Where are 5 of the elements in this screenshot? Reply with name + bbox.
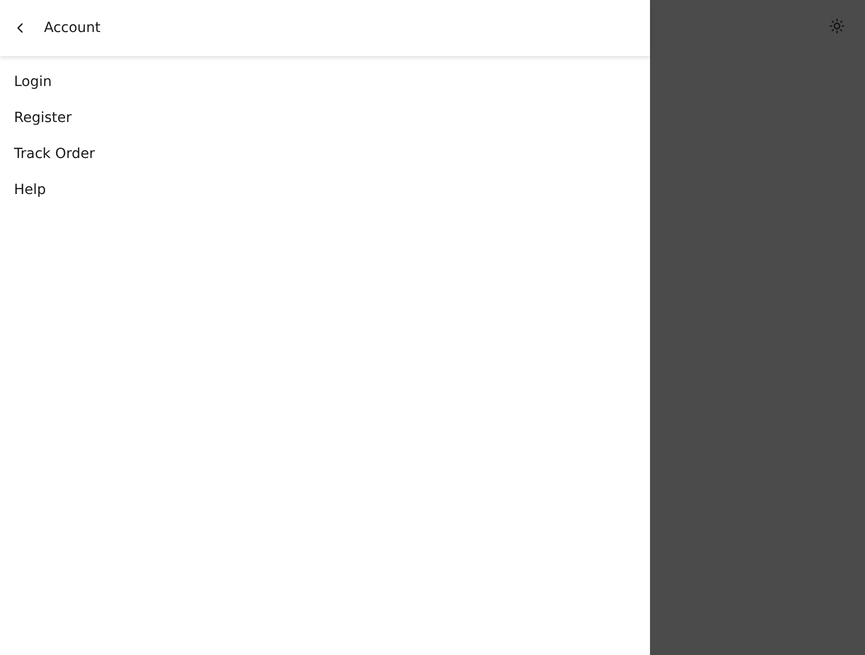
menu-item[interactable]: Register xyxy=(0,100,650,136)
menu-item[interactable]: Track Order xyxy=(0,136,650,172)
drawer-title: Account xyxy=(44,18,101,38)
menu-item[interactable]: Login xyxy=(0,64,650,100)
menu-item[interactable]: Help xyxy=(0,172,650,208)
